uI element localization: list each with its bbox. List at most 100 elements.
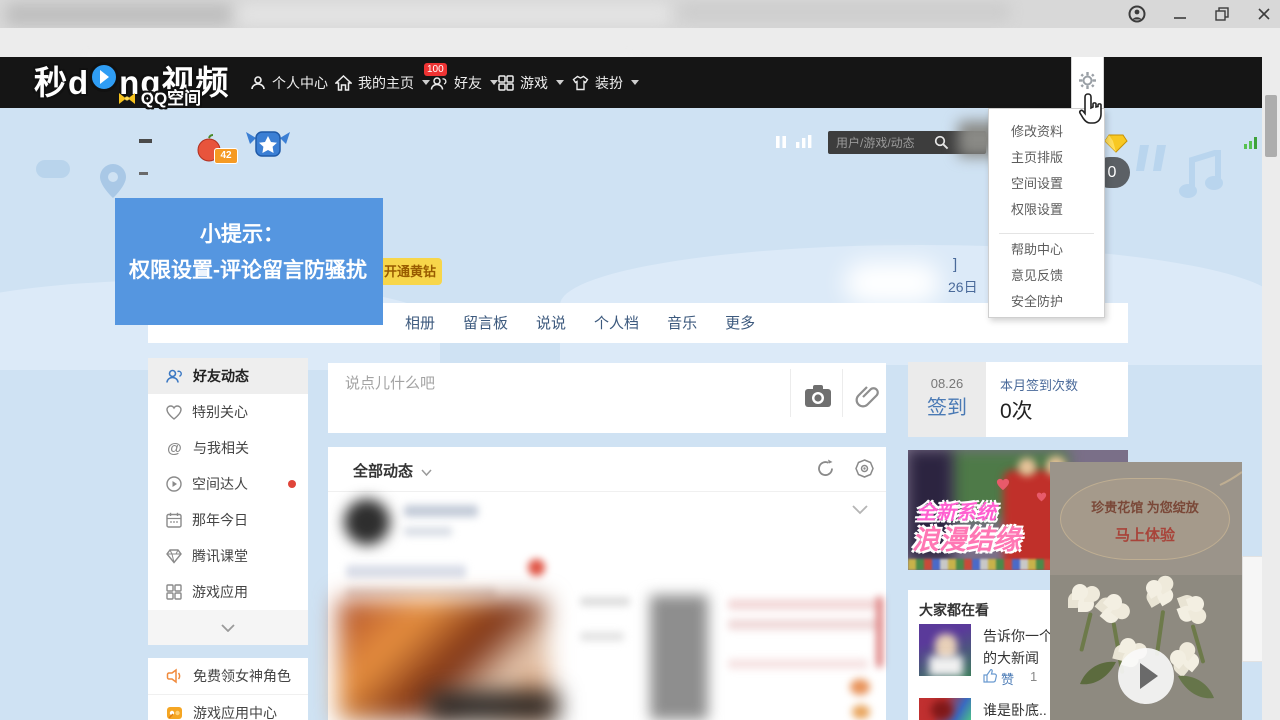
left-sidebar: 好友动态 特别关心 @ 与我相关 空间达人 那年今日 腾讯课堂 游戏应用 — [148, 358, 308, 645]
blurred-photo-dark — [428, 692, 558, 720]
nav-dressup[interactable]: 装扮 — [572, 57, 639, 108]
yellow-diamond-icon[interactable] — [1104, 134, 1128, 153]
gear-icon[interactable] — [1079, 72, 1096, 89]
friends-feed-icon — [166, 368, 183, 384]
heart-deco-icon — [1036, 492, 1047, 502]
camera-icon[interactable] — [804, 384, 832, 408]
paperclip-icon[interactable] — [855, 383, 881, 409]
tab-message-board[interactable]: 留言板 — [463, 312, 508, 333]
video-thumbnail — [919, 698, 971, 720]
composer-divider — [790, 369, 791, 417]
nav-label: 装扮 — [595, 73, 623, 93]
thumb-shirt — [929, 656, 963, 676]
chevron-down-icon — [490, 80, 498, 85]
blurred-tab — [240, 4, 670, 25]
sidebar-item-special-care[interactable]: 特别关心 — [148, 394, 308, 430]
peek-panel — [1242, 556, 1264, 662]
video-tip-overlay: 小提示： 权限设置-评论留言防骚扰 — [115, 198, 383, 325]
cursor-hand-icon — [1077, 92, 1105, 128]
sidebar-label: 游戏应用 — [192, 582, 248, 602]
logo-text: 秒d — [34, 64, 89, 101]
feed-filter[interactable]: 全部动态 — [353, 460, 432, 481]
sidebar-label: 那年今日 — [192, 510, 248, 530]
sidebar-item-related-to-me[interactable]: @ 与我相关 — [148, 430, 308, 466]
leaf-stem-icon — [1219, 471, 1242, 487]
composer-divider — [842, 369, 843, 417]
megaphone-icon — [166, 668, 183, 684]
feed-settings-icon[interactable] — [855, 459, 874, 478]
pause-icon[interactable] — [774, 135, 788, 149]
flower — [1143, 577, 1165, 599]
collapse-chevron-icon[interactable] — [852, 505, 868, 515]
video-ad-overlay[interactable]: 珍贵花馆 为您绽放 马上体验 — [1050, 462, 1242, 720]
menu-help-center[interactable]: 帮助中心 — [1011, 237, 1101, 263]
blurred-orange-dot — [852, 705, 870, 719]
ad-face — [1018, 458, 1036, 476]
apps-grid-icon — [166, 584, 182, 600]
play-button-icon[interactable] — [1118, 648, 1174, 704]
at-icon: @ — [166, 440, 183, 457]
person-icon — [250, 75, 266, 91]
like-icon[interactable] — [983, 669, 997, 683]
menu-homepage-layout[interactable]: 主页排版 — [1011, 145, 1101, 171]
blurred-text — [346, 565, 466, 578]
menu-permission-settings[interactable]: 权限设置 — [1011, 197, 1101, 223]
video-thumbnail — [919, 624, 971, 676]
leaf-cta[interactable]: 马上体验 — [1061, 524, 1229, 545]
blurred-nickname-dash — [139, 172, 148, 175]
sidebar-item-friends-feed[interactable]: 好友动态 — [148, 358, 308, 394]
sidebar-item-tencent-class[interactable]: 腾讯课堂 — [148, 538, 308, 574]
stats-bars-icon[interactable] — [795, 134, 813, 149]
blurred-line — [580, 632, 624, 641]
leaf-banner[interactable]: 珍贵花馆 为您绽放 马上体验 — [1060, 478, 1230, 560]
tip-title: 小提示： — [200, 218, 284, 248]
chevron-down-icon — [221, 624, 235, 632]
nav-games[interactable]: 游戏 — [498, 57, 564, 108]
nav-friends[interactable]: 100 好友 — [430, 57, 498, 108]
open-yellow-diamond-button[interactable]: 开通黄钻 — [378, 258, 442, 285]
browser-titlebar — [0, 0, 1280, 28]
tab-albums[interactable]: 相册 — [405, 312, 435, 333]
like-label[interactable]: 赞 — [1001, 669, 1014, 688]
menu-divider — [999, 233, 1094, 234]
deco-cloud — [36, 160, 70, 178]
sidebar-item-zone-star[interactable]: 空间达人 — [148, 466, 308, 502]
chevron-down-icon — [556, 80, 564, 85]
tab-music[interactable]: 音乐 — [667, 312, 697, 333]
signal-icon — [1243, 136, 1259, 150]
post-composer[interactable]: 说点儿什么吧 — [328, 363, 886, 433]
tab-more[interactable]: 更多 — [725, 312, 755, 333]
ad-line2: 浪漫结缘 — [912, 518, 1020, 557]
sidebar-expand-button[interactable] — [148, 610, 308, 645]
sidebar-item-game-center[interactable]: 游戏应用中心 — [148, 695, 308, 720]
refresh-icon[interactable] — [816, 459, 835, 478]
menu-security[interactable]: 安全防护 — [1011, 289, 1101, 315]
blurred-text — [404, 505, 478, 517]
friends-icon — [430, 75, 448, 91]
restore-icon[interactable] — [1215, 7, 1229, 21]
sidebar-item-game-apps[interactable]: 游戏应用 — [148, 574, 308, 610]
game-center-icon — [166, 705, 183, 720]
search-icon[interactable] — [934, 135, 949, 150]
signin-label: 本月签到次数 — [1000, 375, 1078, 394]
blurred-pink-line — [728, 599, 878, 610]
gem-icon — [166, 548, 182, 564]
menu-space-settings[interactable]: 空间设置 — [1011, 171, 1101, 197]
sidebar-item-free-goddess[interactable]: 免费领女神角色 — [148, 658, 308, 694]
nav-personal-center[interactable]: 个人中心 — [250, 57, 328, 108]
nav-my-home[interactable]: 我的主页 — [335, 57, 430, 108]
close-icon[interactable] — [1257, 7, 1271, 21]
browser-profile-icon[interactable] — [1128, 5, 1146, 23]
watching-item-text: 告诉你一个 — [983, 626, 1053, 646]
blurred-line — [580, 597, 630, 606]
blurred-cloud — [845, 262, 940, 304]
sidebar-item-that-year-today[interactable]: 那年今日 — [148, 502, 308, 538]
blurred-tab — [6, 3, 231, 26]
minimize-icon[interactable] — [1173, 7, 1187, 21]
scrollbar-thumb[interactable] — [1265, 95, 1277, 157]
menu-feedback[interactable]: 意见反馈 — [1011, 263, 1101, 289]
tab-shuoshuo[interactable]: 说说 — [536, 312, 566, 333]
watching-title: 大家都在看 — [919, 600, 989, 620]
tab-profile-doc[interactable]: 个人档 — [594, 312, 639, 333]
signin-widget[interactable]: 08.26 签到 本月签到次数 0次 — [908, 362, 1128, 437]
